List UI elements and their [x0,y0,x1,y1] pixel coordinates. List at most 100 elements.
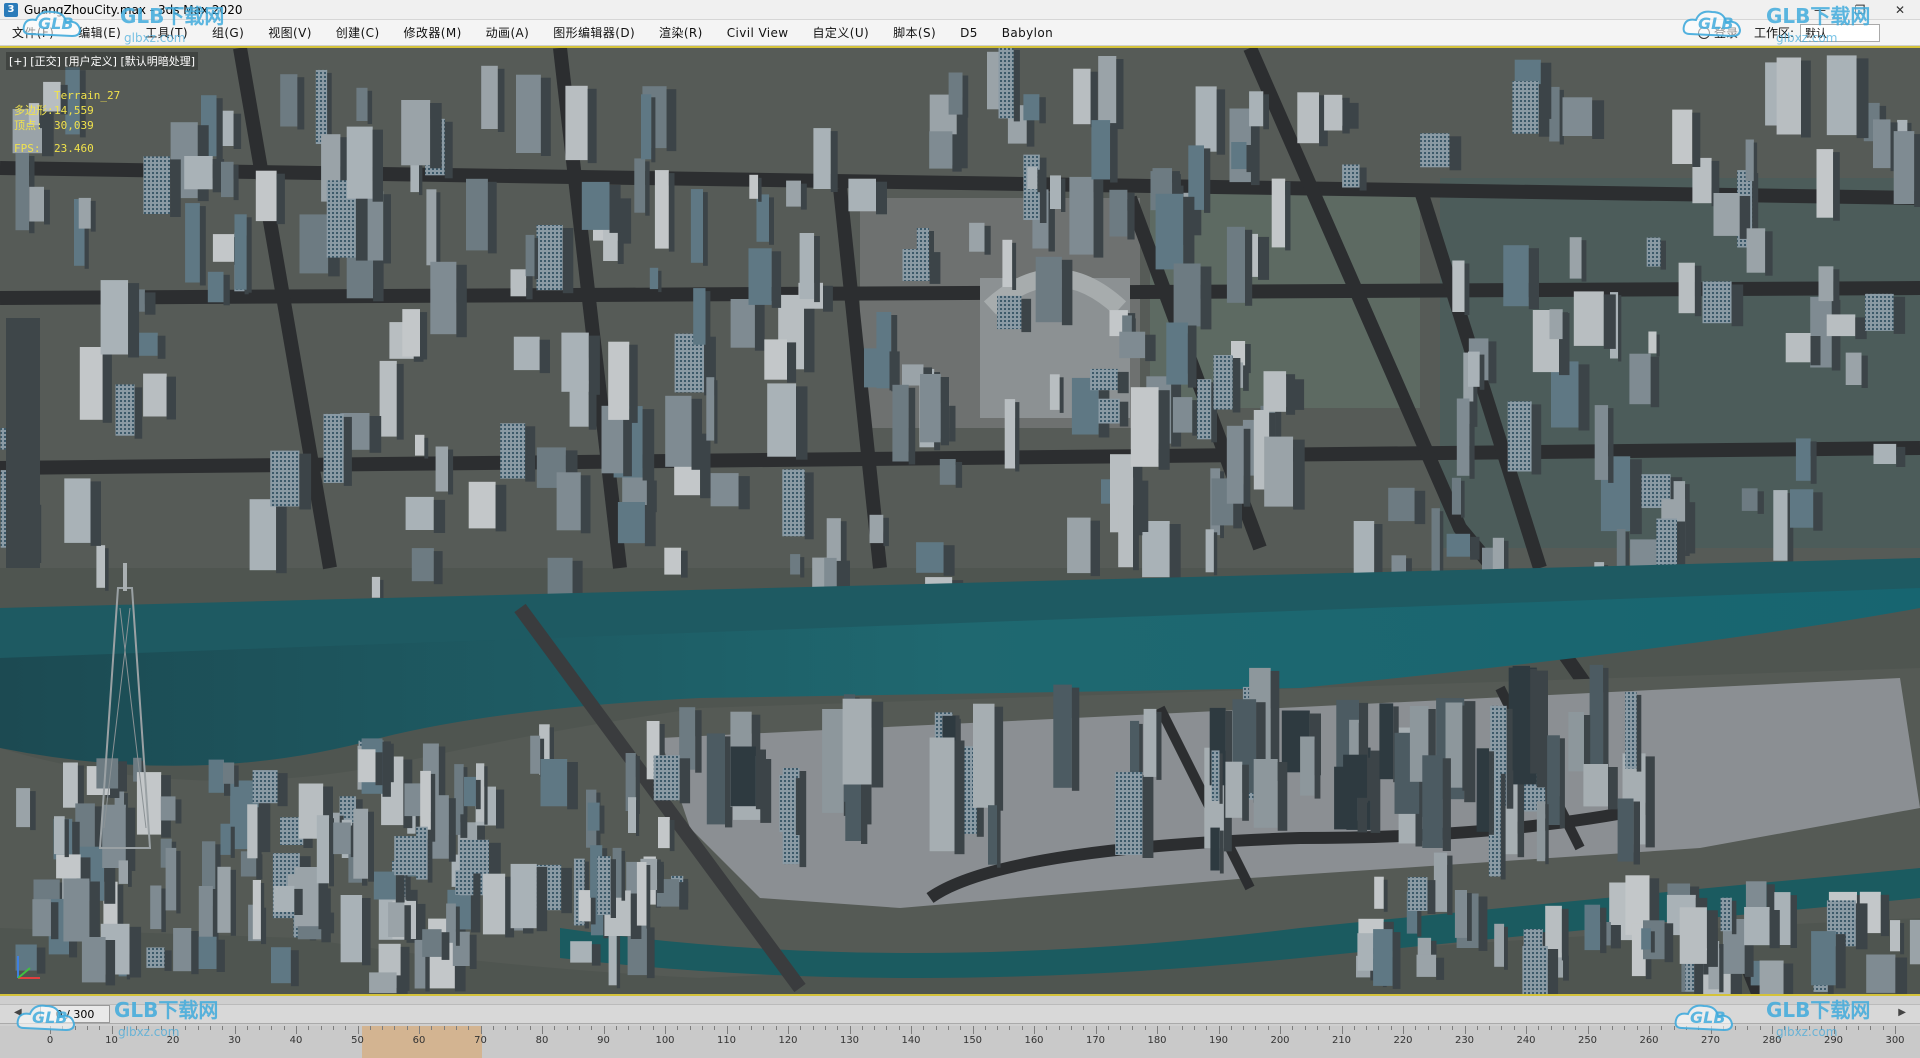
building-side [1469,401,1475,479]
timeline-tick [1587,1026,1589,1034]
time-slider[interactable]: ◀ 0 / 300 ▶ [0,1004,1920,1024]
building [556,472,581,531]
building [654,170,669,249]
viewport-label-menu[interactable]: [+] [正交] [用户定义] [默认明暗处理] [6,52,199,70]
building-side [233,164,239,201]
menu-item[interactable]: 图形编辑器(D) [541,20,647,46]
building-side [134,387,143,439]
building [786,180,801,207]
timeline-tick [849,1026,851,1034]
building-side [343,416,352,486]
building-side [1436,957,1445,980]
building-side [1896,446,1906,467]
building [455,870,474,895]
building [1130,387,1159,467]
building [1679,907,1707,964]
building-side [1578,364,1590,431]
building [1090,368,1118,391]
building-side [1645,756,1655,848]
building-side [395,874,405,903]
building [561,332,589,392]
building-side [1348,102,1359,129]
menu-item[interactable]: 修改器(M) [392,20,474,46]
timeline-minor-tick [861,1026,863,1030]
building [1027,166,1038,190]
building-side [949,405,956,442]
building [146,947,165,968]
building-side [1813,492,1823,531]
building [323,413,344,483]
building-side [525,426,536,482]
building [1109,189,1128,237]
building [220,823,231,855]
building-side [1204,148,1211,213]
building-side [621,850,626,901]
building [1166,322,1188,385]
menu-item[interactable]: 自定义(U) [801,20,882,46]
building [929,737,955,852]
building-side [609,184,621,233]
building [1253,759,1278,828]
building [207,271,224,303]
timeline-minor-tick [455,1026,457,1030]
building-side [1461,480,1465,518]
next-arrow-icon[interactable]: ▶ [1898,1007,1906,1018]
building-side [1893,296,1906,334]
building-side [1286,374,1296,415]
menu-item[interactable]: 脚本(S) [881,20,948,46]
timeline-minor-tick [1575,1026,1577,1030]
menu-item[interactable]: Civil View [715,20,801,46]
building-side [420,312,428,360]
timeline-minor-tick [99,1026,101,1030]
menu-item[interactable]: Babylon [990,20,1065,46]
timeline-tick-label: 100 [655,1035,675,1046]
building-side [651,97,656,163]
menu-item[interactable]: 渲染(R) [647,20,715,46]
menu-item[interactable]: 创建(C) [324,20,392,46]
timeline-minor-tick [332,1026,334,1030]
app-icon[interactable]: 3 [4,2,18,17]
building [790,554,801,575]
building-side [754,302,765,351]
building [1225,761,1243,818]
timeline-tick [111,1026,113,1034]
building-side [484,766,488,825]
building-side [1608,767,1618,810]
timeline-tick-label: 30 [228,1035,241,1046]
track-bar[interactable]: 0 10 20 30 40 50 60 70 80 90 100 110 120 130 140 150 160… [0,1026,1920,1058]
menu-item[interactable]: 视图(V) [256,20,324,46]
building [1210,827,1220,871]
building-side [1731,284,1744,327]
timeline-minor-tick [591,1026,593,1030]
building [525,234,535,277]
building-side [590,893,596,925]
building [430,261,457,335]
building [221,161,234,198]
timeline-minor-tick [443,1026,445,1030]
timeline-minor-tick [1599,1026,1601,1030]
city-scene-render[interactable] [0,48,1920,996]
close-icon[interactable]: ✕ [1880,0,1920,20]
building-side [755,749,766,810]
timeline-minor-tick [222,1026,224,1030]
stats-object-name: Terrain_27 [54,89,121,102]
building [748,248,772,305]
timeline-tick [1526,1026,1527,1034]
building-side [230,826,235,858]
timeline-minor-tick [874,1026,876,1030]
building [706,377,715,441]
building-side [1765,231,1773,276]
building [1826,55,1857,136]
building-side [1470,536,1480,560]
timeline-tick [1034,1026,1035,1034]
building-side [599,805,605,834]
timeline-minor-tick [1169,1026,1171,1030]
building-side [562,228,574,294]
menu-item[interactable]: 动画(A) [474,20,542,46]
timeline-minor-tick [1083,1026,1085,1030]
building-side [1039,97,1046,124]
perspective-viewport[interactable]: [+] [正交] [用户定义] [默认明暗处理] Terrain_27 多边形:… [0,46,1920,996]
building-side [1285,181,1291,251]
menu-item[interactable]: D5 [948,20,990,46]
building [1271,178,1286,248]
